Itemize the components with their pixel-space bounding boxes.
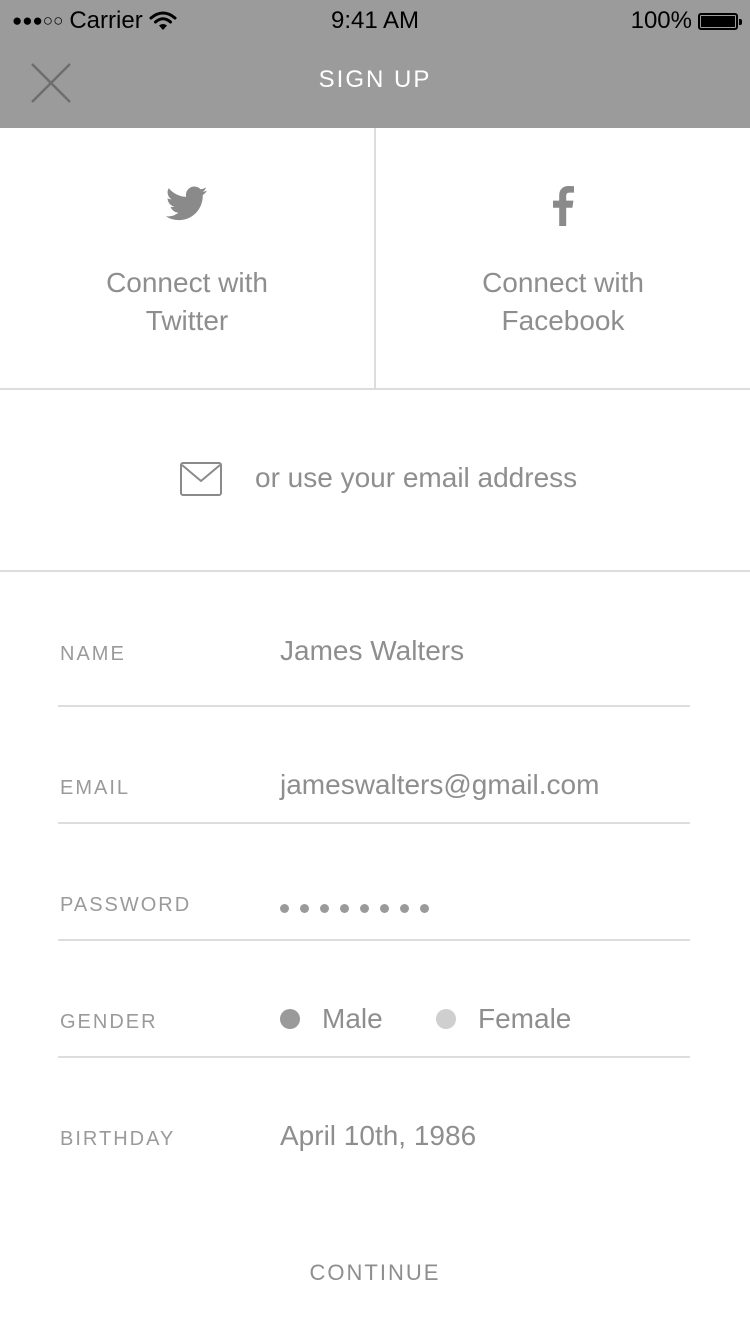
continue-button[interactable]: CONTINUE	[0, 1260, 750, 1286]
facebook-label-line1: Connect with	[482, 267, 644, 298]
facebook-label-line2: Facebook	[501, 305, 625, 336]
password-dot	[340, 904, 349, 913]
twitter-icon	[166, 186, 208, 221]
email-signup-option[interactable]: or use your email address	[0, 390, 750, 572]
battery-icon	[698, 12, 742, 30]
social-connect: Connect with Twitter Connect with Facebo…	[0, 128, 750, 390]
password-dot	[400, 904, 409, 913]
radio-unselected-icon	[436, 1009, 456, 1029]
password-dot	[280, 904, 289, 913]
name-row: NAME James Walters	[58, 588, 690, 707]
password-dot	[300, 904, 309, 913]
gender-male-label: Male	[322, 1003, 383, 1034]
connect-facebook-button[interactable]: Connect with Facebook	[374, 128, 750, 388]
status-right: 100%	[630, 7, 742, 35]
mail-icon	[180, 462, 222, 496]
battery-percent: 100%	[630, 7, 692, 34]
gender-male-radio[interactable]: Male	[280, 1003, 383, 1035]
email-row: EMAIL jameswalters@gmail.com	[58, 705, 690, 824]
twitter-label: Connect with Twitter	[0, 264, 374, 340]
facebook-label: Connect with Facebook	[376, 264, 750, 340]
radio-selected-icon	[280, 1009, 300, 1029]
password-dot	[360, 904, 369, 913]
gender-row: GENDER Male Female	[58, 939, 690, 1058]
password-dot	[380, 904, 389, 913]
birthday-row: BIRTHDAY April 10th, 1986	[58, 1056, 690, 1173]
password-field[interactable]	[280, 904, 429, 913]
connect-twitter-button[interactable]: Connect with Twitter	[0, 128, 374, 388]
password-dot	[420, 904, 429, 913]
email-field[interactable]: jameswalters@gmail.com	[280, 769, 680, 801]
password-label: PASSWORD	[60, 894, 192, 916]
gender-female-label: Female	[478, 1003, 572, 1034]
birthday-field[interactable]: April 10th, 1986	[280, 1120, 680, 1152]
twitter-icon-wrap	[0, 186, 374, 222]
email-option-text: or use your email address	[255, 462, 578, 493]
gender-label: GENDER	[60, 1011, 158, 1033]
twitter-label-line2: Twitter	[145, 305, 229, 336]
email-label: EMAIL	[60, 777, 131, 799]
gender-female-radio[interactable]: Female	[436, 1003, 571, 1035]
birthday-label: BIRTHDAY	[60, 1128, 176, 1150]
header-bar: ●●●○○ Carrier 9:41 AM 100% SIGN UP	[0, 0, 750, 128]
page-title: SIGN UP	[318, 66, 432, 93]
password-dot	[320, 904, 329, 913]
twitter-label-line1: Connect with	[106, 267, 268, 298]
name-label: NAME	[60, 643, 126, 665]
facebook-icon-wrap	[376, 186, 750, 226]
facebook-icon	[553, 186, 574, 226]
password-row: PASSWORD	[58, 822, 690, 941]
name-field[interactable]: James Walters	[280, 635, 680, 667]
status-bar: ●●●○○ Carrier 9:41 AM 100%	[0, 0, 750, 44]
